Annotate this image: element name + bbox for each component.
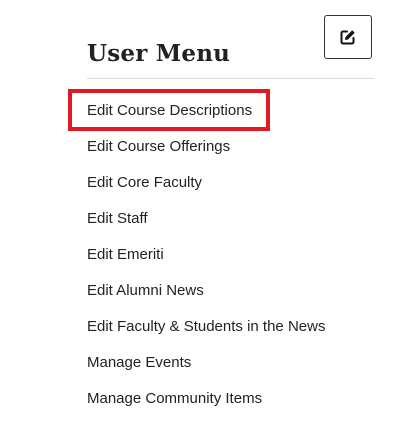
menu-item-label[interactable]: Edit Course Offerings: [87, 138, 230, 155]
menu-item-edit-staff[interactable]: Edit Staff: [87, 207, 325, 243]
user-menu-title: User Menu: [87, 40, 231, 67]
edit-button[interactable]: [324, 15, 372, 59]
menu-item-manage-events[interactable]: Manage Events: [87, 351, 325, 387]
menu-item-edit-course-offerings[interactable]: Edit Course Offerings: [87, 135, 325, 171]
menu-item-edit-alumni-news[interactable]: Edit Alumni News: [87, 279, 325, 315]
menu-item-label[interactable]: Edit Emeriti: [87, 246, 164, 263]
menu-item-label[interactable]: Edit Core Faculty: [87, 174, 202, 191]
edit-pencil-icon: [340, 29, 356, 45]
menu-item-manage-community-items[interactable]: Manage Community Items: [87, 387, 325, 423]
menu-item-label[interactable]: Edit Staff: [87, 210, 148, 227]
menu-item-label[interactable]: Edit Faculty & Students in the News: [87, 318, 325, 335]
title-divider: [87, 78, 374, 79]
highlight-box: [68, 89, 270, 131]
menu-item-edit-faculty-students-news[interactable]: Edit Faculty & Students in the News: [87, 315, 325, 351]
menu-item-label[interactable]: Edit Alumni News: [87, 282, 204, 299]
menu-item-edit-emeriti[interactable]: Edit Emeriti: [87, 243, 325, 279]
menu-item-label[interactable]: Manage Community Items: [87, 390, 262, 407]
menu-item-label[interactable]: Manage Events: [87, 354, 191, 371]
user-menu-list: Edit Course Descriptions Edit Course Off…: [87, 99, 325, 423]
menu-item-edit-core-faculty[interactable]: Edit Core Faculty: [87, 171, 325, 207]
